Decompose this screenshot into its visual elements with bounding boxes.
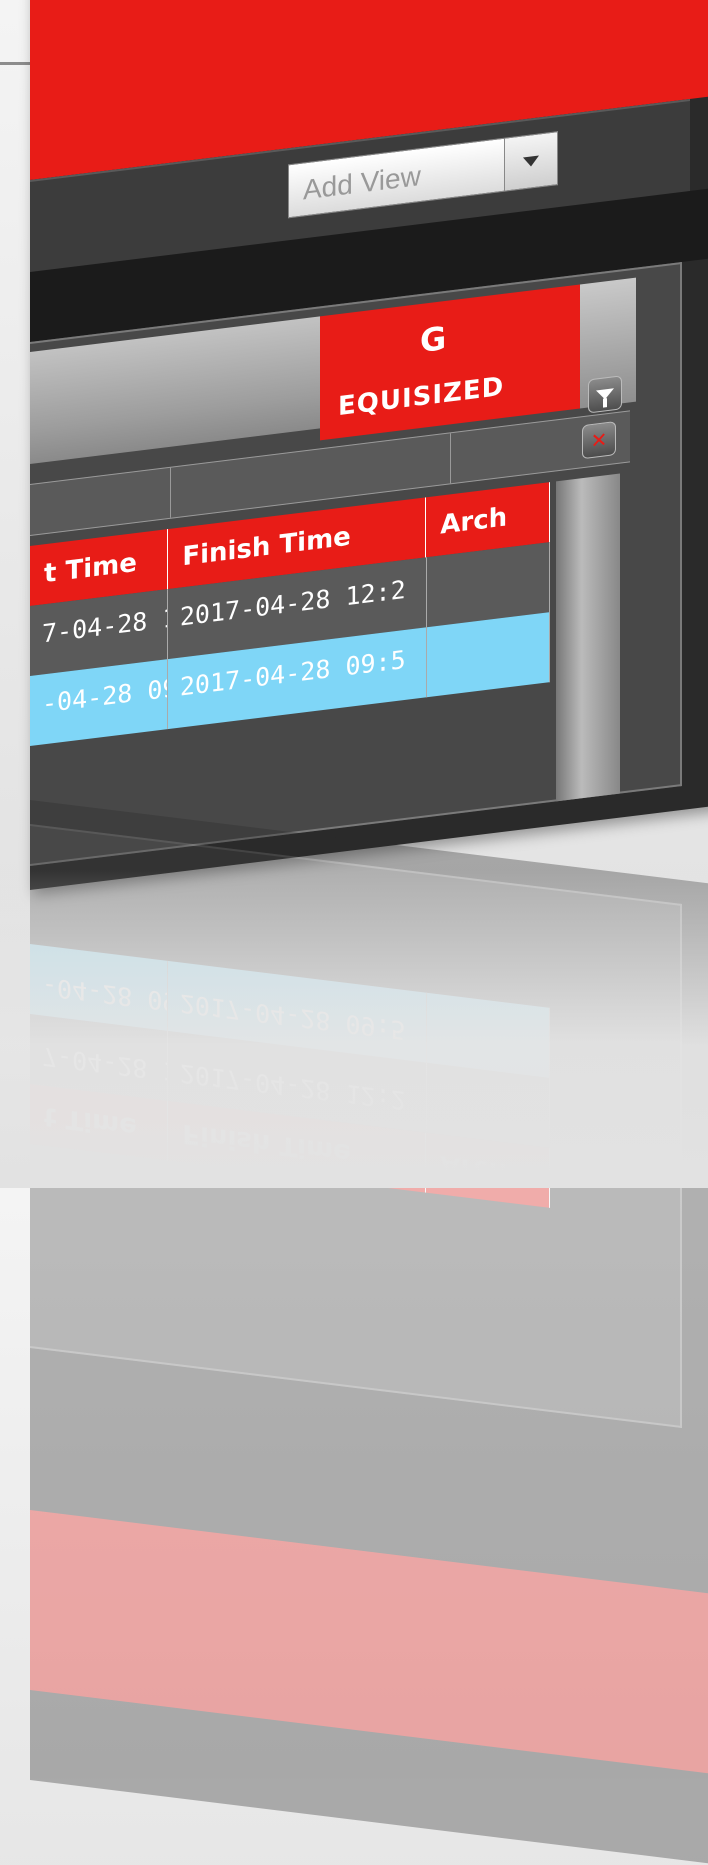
reflection-grid: t Time Finish Time Arch 7-04-28 12: 2017… — [30, 944, 550, 1208]
refresh-icon: G — [420, 318, 447, 361]
filter-cell[interactable] — [30, 467, 171, 535]
clear-filter-button[interactable]: ✕ — [582, 421, 616, 460]
tab-equisized[interactable]: G EQUISIZED — [320, 284, 580, 441]
filter-icon — [596, 388, 614, 401]
app-window: x Add View G EQUISIZED ✕ t — [30, 0, 708, 890]
clear-x-icon: ✕ — [590, 427, 608, 454]
add-view-combobox[interactable]: Add View — [288, 131, 558, 219]
grid-panel: G EQUISIZED ✕ t Time Finish Time Arch 7-… — [30, 261, 682, 866]
vertical-scrollbar[interactable] — [556, 473, 620, 802]
tab-bar-background — [30, 316, 320, 464]
cell-archive — [426, 612, 550, 698]
reflection-title-bar — [30, 1510, 708, 1775]
reflection-panel: t Time Finish Time Arch 7-04-28 12: 2017… — [30, 824, 682, 1429]
filter-button[interactable] — [588, 375, 622, 414]
caret-down-icon — [523, 155, 539, 168]
reflection-cell — [426, 992, 550, 1078]
tab-equisized-label: EQUISIZED — [338, 371, 505, 423]
window-reflection: t Time Finish Time Arch 7-04-28 12: 2017… — [30, 800, 708, 1865]
add-view-dropdown-button[interactable] — [505, 131, 558, 192]
add-view-input[interactable]: Add View — [288, 137, 505, 219]
